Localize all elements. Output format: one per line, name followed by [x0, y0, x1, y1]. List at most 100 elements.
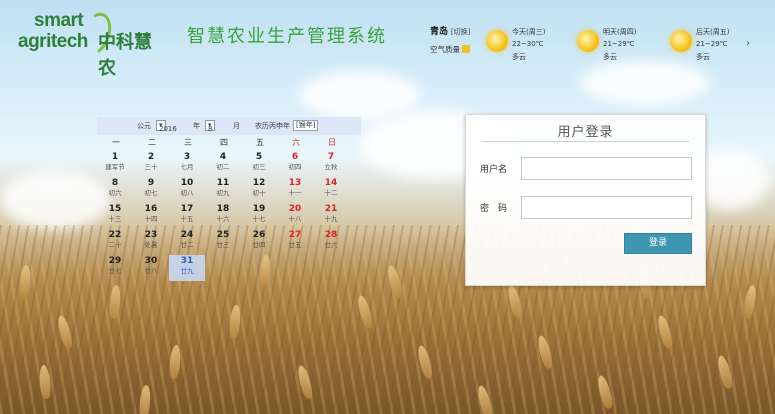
calendar-day-cell[interactable]: 18 十六 [205, 203, 241, 229]
weather-day-title: 今天(周三) [512, 28, 546, 36]
calendar-day-cell[interactable]: 29 廿七 [97, 255, 133, 281]
calendar-day-cell[interactable]: 22 二十 [97, 229, 133, 255]
login-button[interactable]: 登录 [624, 233, 692, 254]
calendar-day-cell[interactable]: 23 处暑 [133, 229, 169, 255]
calendar-month-value: 8 [208, 125, 213, 133]
city-switch-link[interactable]: [切换] [451, 28, 470, 36]
calendar-lunar-year: 农历丙申年 [255, 122, 290, 130]
calendar-day-cell[interactable]: 9 初七 [133, 177, 169, 203]
calendar-day-cell[interactable]: 16 十四 [133, 203, 169, 229]
username-label: 用户名 [480, 165, 508, 175]
calendar-lunar-date: 初六 [108, 189, 122, 197]
calendar-lunar-date: 十八 [288, 215, 302, 223]
login-title: 用户登录 [557, 125, 614, 140]
calendar-day-cell[interactable]: 6 初四 [277, 151, 313, 177]
calendar-day-number: 28 [324, 230, 338, 240]
calendar-day-cell[interactable]: 12 初十 [241, 177, 277, 203]
calendar-day-cell[interactable]: 28 廿六 [313, 229, 349, 255]
calendar-day-number: 19 [252, 204, 266, 214]
calendar-day-cell[interactable]: 1 建军节 [97, 151, 133, 177]
calendar-era-label: 公元 [137, 122, 151, 130]
calendar-day-number: 9 [147, 178, 155, 188]
calendar-lunar-date: 立秋 [324, 163, 338, 171]
calendar-year-label: 年 [193, 122, 200, 130]
calendar-day-cell[interactable]: 27 廿五 [277, 229, 313, 255]
wheat-ear [385, 264, 405, 300]
weather-day-title: 明天(周四) [603, 28, 637, 36]
calendar-day-number: 27 [288, 230, 302, 240]
calendar-day-number: 10 [180, 178, 194, 188]
calendar-day-cell[interactable]: 5 初三 [241, 151, 277, 177]
city-name: 青岛 [430, 27, 449, 37]
calendar-lunar-date: 三十 [144, 163, 158, 171]
wheat-ear [38, 364, 52, 400]
calendar-year-select[interactable]: 2016 ▾ [156, 120, 177, 133]
calendar-day-number: 4 [219, 152, 227, 162]
weather-day-desc: 多云 [512, 53, 526, 61]
calendar-day-number: 12 [252, 178, 266, 188]
calendar-day-cell[interactable]: 17 十五 [169, 203, 205, 229]
calendar-weekday-row: 一二三四五六日 [97, 137, 361, 149]
login-divider [482, 141, 689, 142]
logo-text-agritech: agritech [18, 31, 88, 52]
calendar-day-cell[interactable]: 25 廿三 [205, 229, 241, 255]
header: smart agritech 中科慧农 智慧农业生产管理系统 青岛 [切换] 空… [0, 0, 775, 79]
calendar-day-cell[interactable]: 15 十三 [97, 203, 133, 229]
calendar-lunar-date: 初八 [180, 189, 194, 197]
calendar-day-cell[interactable]: 20 十八 [277, 203, 313, 229]
calendar-day-cell[interactable]: 4 初二 [205, 151, 241, 177]
calendar-lunar-date: 十四 [144, 215, 158, 223]
calendar-lunar-date: 十一 [288, 189, 302, 197]
calendar-day-cell[interactable]: 21 十九 [313, 203, 349, 229]
password-input[interactable] [521, 196, 692, 219]
calendar-day-number: 25 [216, 230, 230, 240]
sun-icon [577, 30, 599, 52]
calendar-day-number: 23 [144, 230, 158, 240]
calendar-weekday: 二 [148, 138, 156, 147]
calendar-day-cell[interactable]: 31 廿九 [169, 255, 205, 281]
calendar-lunar-date: 廿七 [108, 267, 122, 275]
wheat-ear [655, 314, 675, 350]
calendar-day-number: 16 [144, 204, 158, 214]
calendar-month-label: 月 [233, 122, 240, 130]
calendar-month-select[interactable]: 8 ▾ [205, 120, 215, 133]
calendar-lunar-date: 初十 [252, 189, 266, 197]
calendar-day-cell[interactable]: 8 初六 [97, 177, 133, 203]
calendar-lunar-date: 廿八 [144, 267, 158, 275]
calendar-day-number: 2 [147, 152, 155, 162]
calendar-day-number: 13 [288, 178, 302, 188]
company-logo[interactable]: smart agritech 中科慧农 [18, 8, 168, 79]
calendar-lunar-date: 二十 [108, 241, 122, 249]
calendar-day-cell[interactable]: 14 十二 [313, 177, 349, 203]
calendar-widget: 公元 2016 ▾ 年 8 ▾ 月 农历丙申年 [猴年] 一 二 三 四 五 六 日 1 建军… [97, 117, 361, 281]
calendar-lunar-date: 初七 [144, 189, 158, 197]
calendar-day-cell[interactable]: 3 七月 [169, 151, 205, 177]
calendar-lunar-date: 处暑 [144, 241, 158, 249]
wheat-ear [18, 264, 32, 300]
calendar-day-cell[interactable]: 11 初九 [205, 177, 241, 203]
calendar-lunar-date: 十六 [216, 215, 230, 223]
wheat-ear [138, 384, 152, 414]
calendar-day-number: 14 [324, 178, 338, 188]
calendar-lunar-date: 廿三 [216, 241, 230, 249]
calendar-day-cell[interactable]: 7 立秋 [313, 151, 349, 177]
calendar-day-cell[interactable]: 26 廿四 [241, 229, 277, 255]
weather-next-icon[interactable]: › [746, 38, 750, 49]
wheat-ear [295, 364, 315, 400]
calendar-day-number: 18 [216, 204, 230, 214]
calendar-lunar-date: 十二 [324, 189, 338, 197]
calendar-year-value: 2016 [159, 125, 177, 133]
calendar-lunar-date: 廿四 [252, 241, 266, 249]
username-input[interactable] [521, 157, 692, 180]
calendar-day-number: 8 [111, 178, 119, 188]
calendar-day-cell[interactable]: 24 廿二 [169, 229, 205, 255]
calendar-day-cell[interactable]: 10 初八 [169, 177, 205, 203]
calendar-day-cell[interactable]: 19 十七 [241, 203, 277, 229]
calendar-day-cell[interactable]: 2 三十 [133, 151, 169, 177]
wheat-ear [535, 334, 555, 370]
calendar-day-cell[interactable]: 30 廿八 [133, 255, 169, 281]
wheat-ear [415, 344, 435, 380]
calendar-day-number: 30 [144, 256, 158, 266]
calendar-day-number: 3 [183, 152, 191, 162]
calendar-day-cell[interactable]: 13 十一 [277, 177, 313, 203]
